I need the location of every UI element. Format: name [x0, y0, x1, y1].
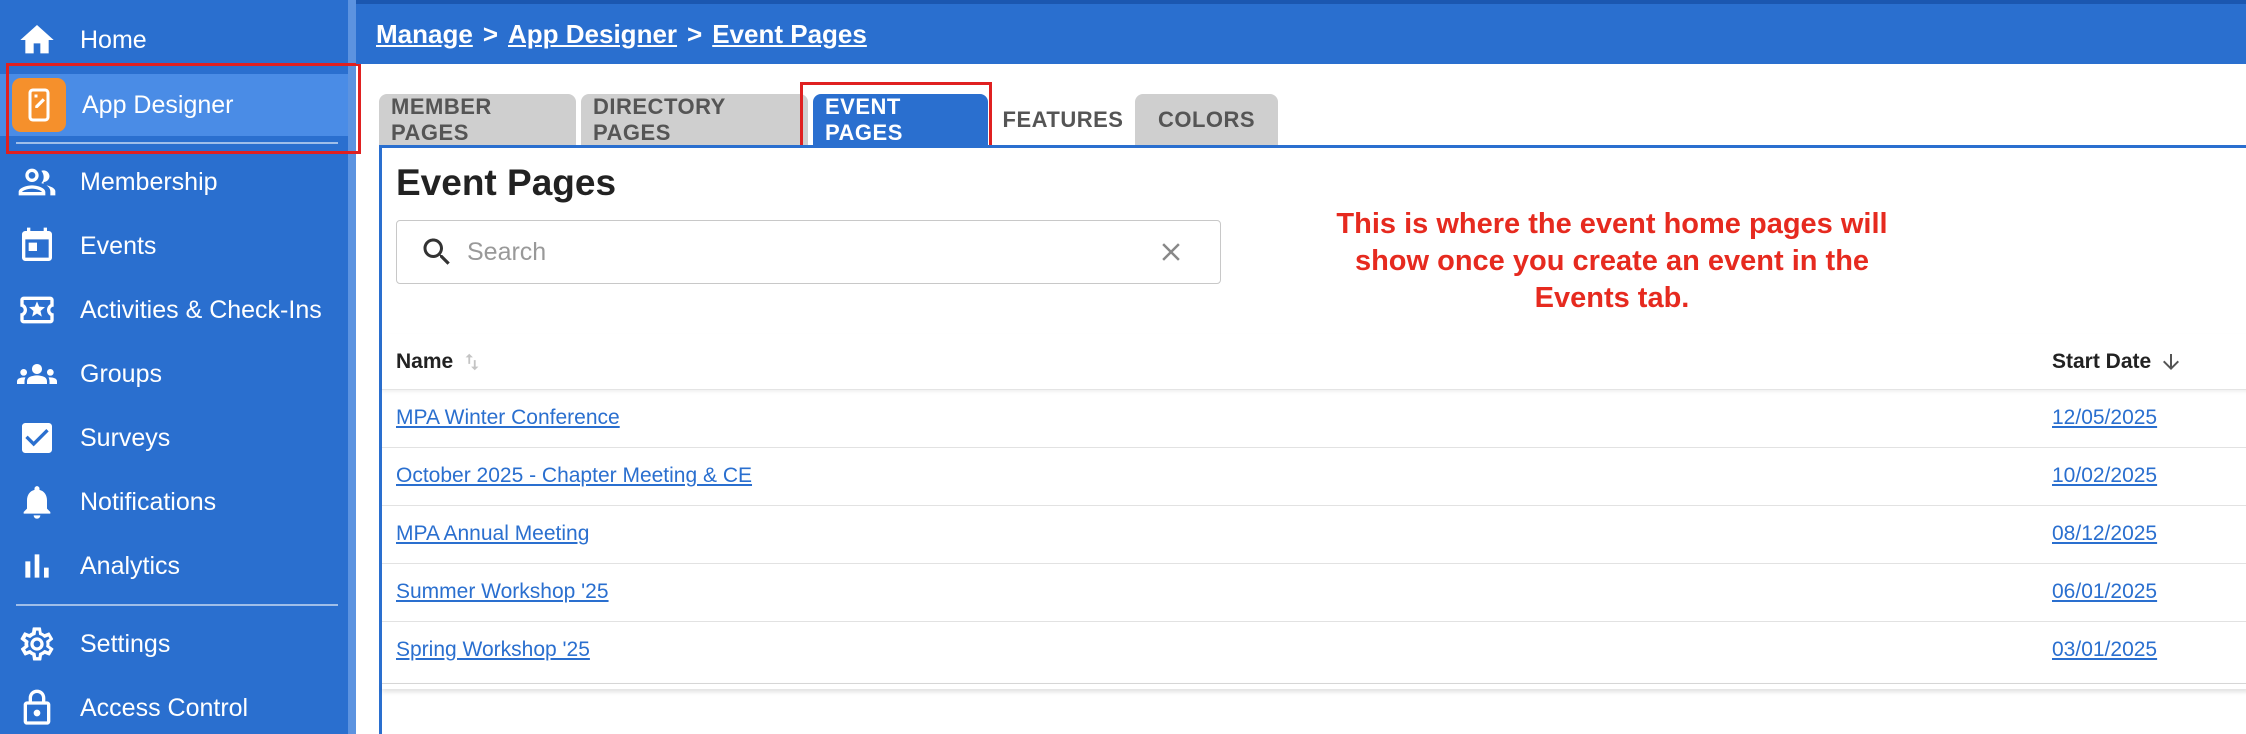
calendar-icon: [16, 225, 58, 267]
breadcrumb-manage[interactable]: Manage: [376, 19, 473, 50]
sidebar-item-label: Home: [80, 25, 147, 54]
table-row: MPA Winter Conference 12/05/2025: [382, 390, 2246, 448]
sidebar-item-label: Settings: [80, 629, 171, 658]
sidebar-divider: [16, 604, 338, 606]
event-start-date-link[interactable]: 08/12/2025: [2052, 522, 2157, 546]
gear-icon: [16, 623, 58, 665]
sidebar-item-access-control[interactable]: Access Control: [0, 676, 348, 734]
event-pages-panel: Event Pages This is where the event home…: [379, 145, 2246, 734]
column-header-start-date[interactable]: Start Date: [2052, 350, 2183, 374]
tab-directory-pages[interactable]: DIRECTORY PAGES: [581, 94, 808, 146]
sidebar-item-label: Membership: [80, 167, 218, 196]
sidebar-item-label: Groups: [80, 359, 162, 388]
event-name-link[interactable]: Summer Workshop '25: [396, 580, 609, 604]
sidebar-item-activities[interactable]: Activities & Check-Ins: [0, 278, 348, 342]
sort-descending-icon: [2163, 353, 2180, 370]
event-name-link[interactable]: Spring Workshop '25: [396, 638, 590, 662]
home-icon: [16, 19, 58, 61]
table-row: Spring Workshop '25 03/01/2025: [382, 622, 2246, 680]
breadcrumb-app-designer[interactable]: App Designer: [508, 19, 677, 50]
tab-features[interactable]: FEATURES: [993, 94, 1133, 146]
sidebar-item-label: Activities & Check-Ins: [80, 295, 322, 324]
sidebar-item-label: Notifications: [80, 487, 217, 516]
table-row: Summer Workshop '25 06/01/2025: [382, 564, 2246, 622]
tab-colors[interactable]: COLORS: [1135, 94, 1278, 146]
sidebar-item-label: Analytics: [80, 551, 181, 580]
groups-icon: [16, 353, 58, 395]
event-name-link[interactable]: October 2025 - Chapter Meeting & CE: [396, 464, 752, 488]
sidebar-item-groups[interactable]: Groups: [0, 342, 348, 406]
event-start-date-link[interactable]: 10/02/2025: [2052, 464, 2157, 488]
people-icon: [16, 161, 58, 203]
lock-icon: [16, 687, 58, 729]
column-header-label: Name: [396, 349, 454, 373]
sidebar-item-label: Events: [80, 231, 157, 260]
table-footer-edge: [382, 683, 2246, 689]
sidebar-item-membership[interactable]: Membership: [0, 150, 348, 214]
sidebar-item-label: Access Control: [80, 693, 249, 722]
clear-search-icon[interactable]: [1156, 237, 1186, 267]
table-row: MPA Annual Meeting 08/12/2025: [382, 506, 2246, 564]
checkbox-icon: [16, 417, 58, 459]
sidebar-item-notifications[interactable]: Notifications: [0, 470, 348, 534]
column-header-label: Start Date: [2052, 349, 2152, 373]
tab-member-pages[interactable]: MEMBER PAGES: [379, 94, 576, 146]
event-start-date-link[interactable]: 12/05/2025: [2052, 406, 2157, 430]
search-input[interactable]: [467, 237, 1156, 267]
column-header-name[interactable]: Name: [396, 350, 483, 374]
table-row: October 2025 - Chapter Meeting & CE 10/0…: [382, 448, 2246, 506]
breadcrumb-separator: >: [687, 18, 703, 49]
sidebar-item-label: Surveys: [80, 423, 171, 452]
breadcrumb: Manage > App Designer > Event Pages: [356, 0, 2246, 64]
search-box: [396, 220, 1221, 284]
sidebar-item-analytics[interactable]: Analytics: [0, 534, 348, 598]
page-title: Event Pages: [396, 162, 617, 203]
sidebar-item-events[interactable]: Events: [0, 214, 348, 278]
highlight-box-app-designer: [6, 63, 361, 154]
event-start-date-link[interactable]: 03/01/2025: [2052, 638, 2157, 662]
sidebar-item-settings[interactable]: Settings: [0, 612, 348, 676]
sort-icon: [465, 353, 479, 370]
bar-chart-icon: [16, 545, 58, 587]
sidebar-item-surveys[interactable]: Surveys: [0, 406, 348, 470]
annotation-note: This is where the event home pages will …: [1336, 208, 1888, 314]
bell-icon: [16, 481, 58, 523]
search-icon: [423, 238, 450, 265]
breadcrumb-separator: >: [482, 18, 498, 49]
event-start-date-link[interactable]: 06/01/2025: [2052, 580, 2157, 604]
event-name-link[interactable]: MPA Winter Conference: [396, 406, 620, 430]
table-header: Name Start Date: [382, 334, 2246, 390]
breadcrumb-event-pages[interactable]: Event Pages: [712, 19, 867, 50]
event-name-link[interactable]: MPA Annual Meeting: [396, 522, 589, 546]
ticket-star-icon: [16, 289, 58, 331]
